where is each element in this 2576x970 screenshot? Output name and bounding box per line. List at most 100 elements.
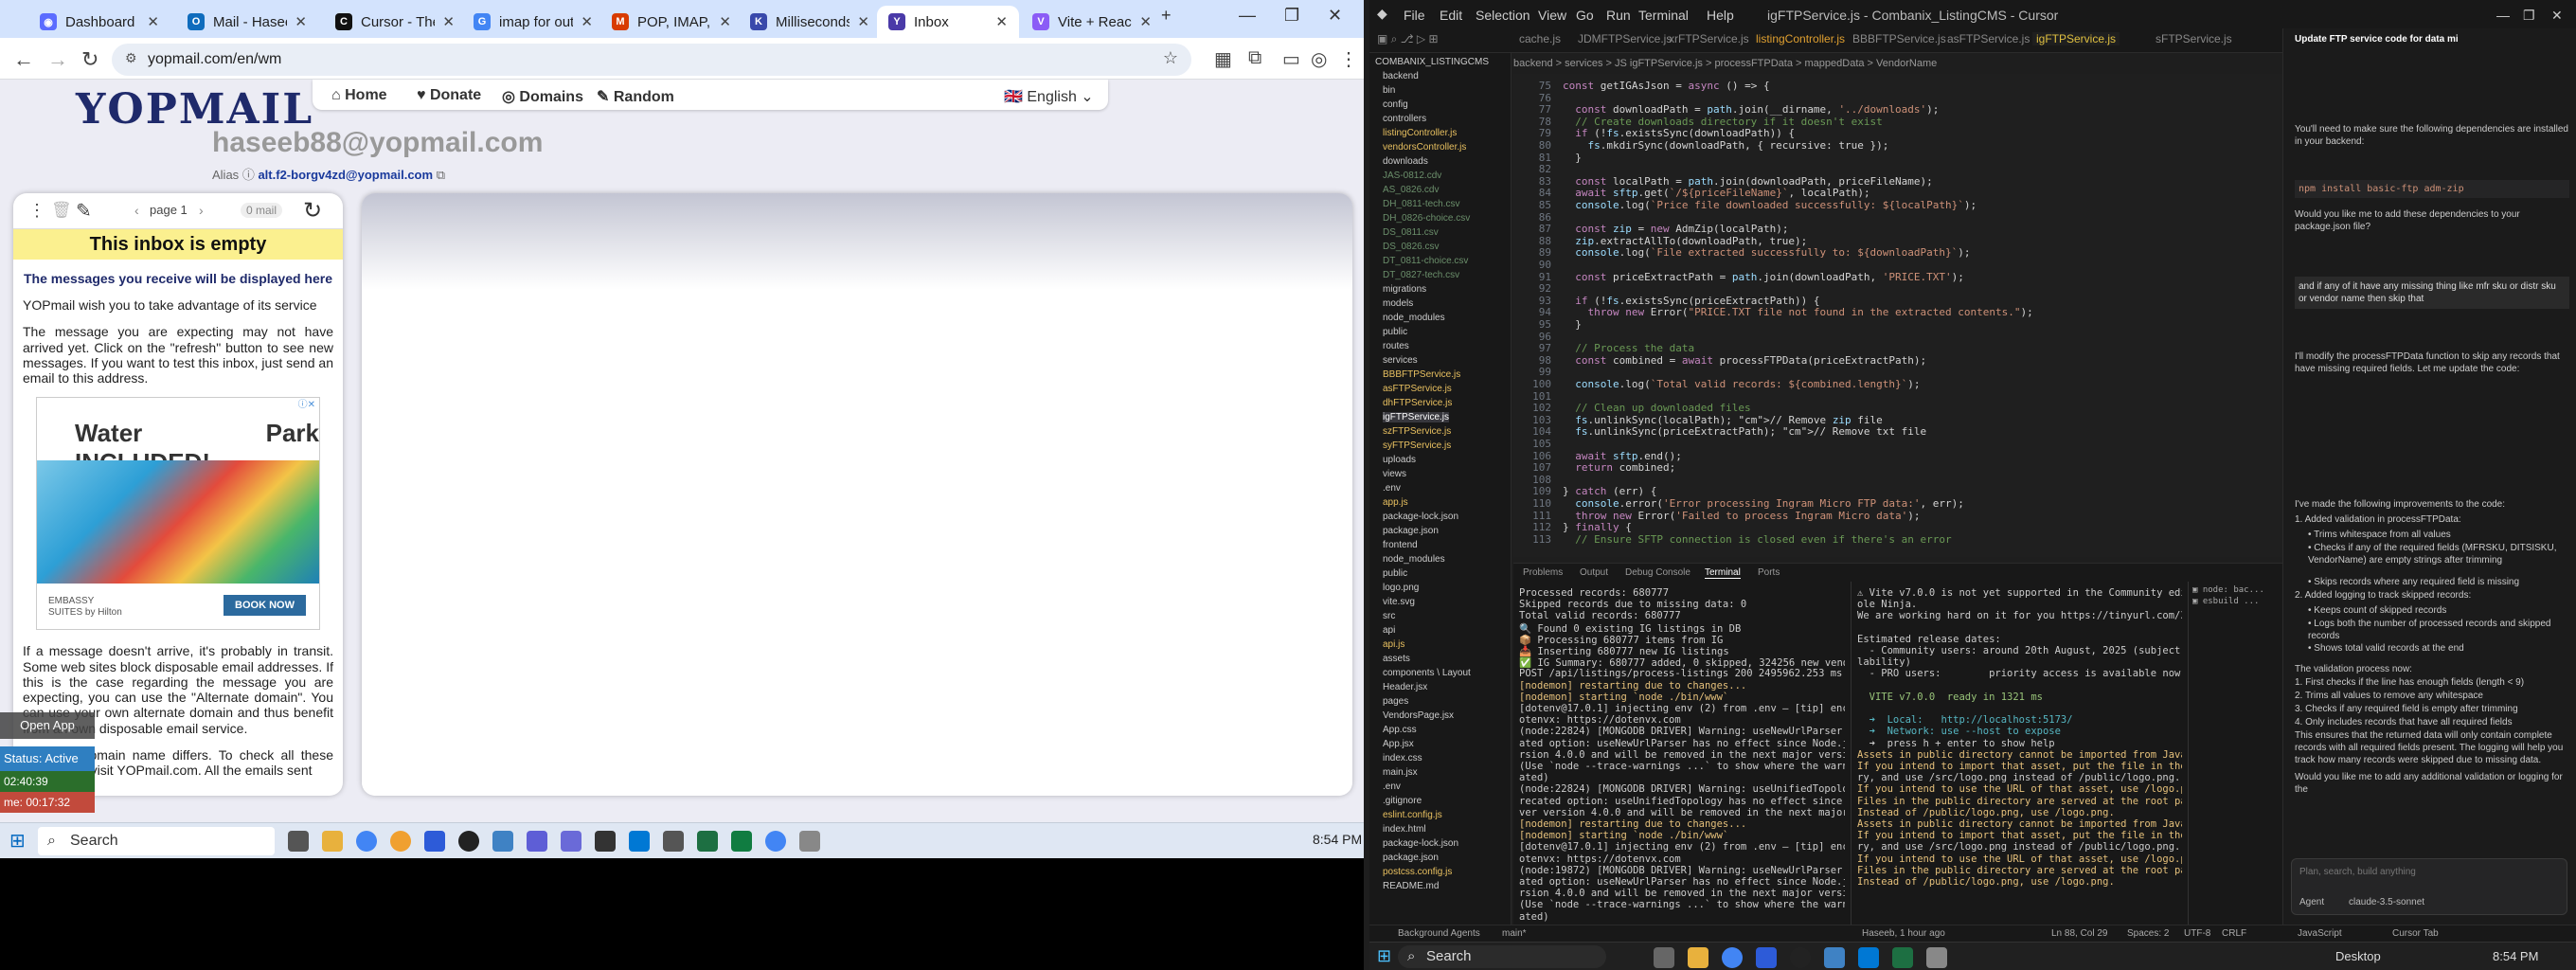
tab-imap[interactable]: G imap for outlo ✕	[462, 6, 604, 38]
explorer-item[interactable]: DS_0811.csv	[1383, 227, 1439, 238]
desktop-label[interactable]: Desktop	[2335, 949, 2381, 963]
tab-as[interactable]: asFTPService.js	[1947, 32, 2030, 45]
code-line[interactable]: // Ensure SFTP connection is closed even…	[1563, 533, 1951, 546]
menu-selection[interactable]: Selection	[1476, 8, 1530, 23]
explorer-item[interactable]: App.jsx	[1383, 739, 1414, 749]
explorer-item[interactable]: main.jsx	[1383, 767, 1418, 778]
terminal[interactable]: Processed records: 680777 Skipped records…	[1513, 582, 2299, 925]
explorer-item[interactable]: README.md	[1383, 881, 1439, 891]
excel-icon[interactable]	[697, 831, 718, 852]
explorer-item[interactable]: migrations	[1383, 284, 1426, 295]
explorer-item[interactable]: public	[1383, 327, 1407, 337]
explorer-item[interactable]: VendorsPage.jsx	[1383, 710, 1454, 721]
minimize-icon[interactable]: —	[2496, 8, 2510, 23]
menu-go[interactable]: Go	[1576, 8, 1594, 23]
explorer-item[interactable]: vite.svg	[1383, 597, 1415, 607]
close-icon[interactable]: ✕	[857, 13, 869, 30]
panel-tab-debug[interactable]: Debug Console	[1625, 567, 1690, 578]
close-icon[interactable]: ✕	[581, 13, 593, 30]
menu-run[interactable]: Run	[1606, 8, 1631, 23]
code-line[interactable]: throw new Error("PRICE.TXT file not foun…	[1563, 306, 2033, 318]
chrome-icon[interactable]	[1722, 947, 1743, 968]
code-line[interactable]: // Clean up downloaded files	[1563, 402, 1750, 414]
terminal-pane-frontend[interactable]: ⚠ Vite v7.0.0 is not yet supported in th…	[1851, 582, 2182, 925]
explorer-item[interactable]: dhFTPService.js	[1383, 398, 1452, 408]
explorer-item[interactable]: Header.jsx	[1383, 682, 1427, 692]
file-explorer-icon[interactable]	[322, 831, 343, 852]
menu-file[interactable]: File	[1404, 8, 1425, 23]
new-tab-icon[interactable]: +	[1161, 6, 1172, 26]
address-bar[interactable]: ⚙ yopmail.com/en/wm ☆	[112, 44, 1191, 76]
sidebar-icon[interactable]: ▭	[1282, 47, 1300, 71]
tab-dashboard[interactable]: ◉ Dashboard ✕	[28, 6, 170, 38]
code-line[interactable]: fs.unlinkSync(priceExtractPath); "cm">//…	[1563, 425, 1926, 438]
excel-icon[interactable]	[1892, 947, 1913, 968]
code-line[interactable]: }	[1563, 318, 1582, 331]
panel-tab-ports[interactable]: Ports	[1758, 567, 1780, 578]
terminal-pane-backend[interactable]: Processed records: 680777 Skipped records…	[1513, 582, 1845, 925]
explorer-item[interactable]: frontend	[1383, 540, 1418, 550]
close-icon[interactable]: ✕	[719, 13, 731, 30]
code-line[interactable]: return combined;	[1563, 461, 1675, 474]
chrome-icon[interactable]	[356, 831, 377, 852]
explorer-item[interactable]: package.json	[1383, 526, 1439, 536]
app-icon-2[interactable]	[424, 831, 445, 852]
status-position[interactable]: Ln 88, Col 29	[2051, 928, 2108, 939]
tab-vite[interactable]: V Vite + React ✕	[1021, 6, 1163, 38]
panel-tab-terminal[interactable]: Terminal	[1705, 567, 1741, 579]
explorer-item[interactable]: AS_0826.cdv	[1383, 185, 1440, 195]
explorer-item[interactable]: models	[1383, 298, 1413, 309]
explorer-item[interactable]: syFTPService.js	[1383, 440, 1451, 451]
app-icon[interactable]	[390, 831, 411, 852]
app-icon-5[interactable]	[527, 831, 547, 852]
app-icon[interactable]	[1756, 947, 1777, 968]
menu-help[interactable]: Help	[1707, 8, 1734, 23]
terminal-esbuild[interactable]: ▣ esbuild ...	[2192, 597, 2259, 606]
task-view-icon[interactable]	[1654, 947, 1674, 968]
code-line[interactable]: zip.extractAllTo(downloadPath, true);	[1563, 235, 1807, 247]
code-line[interactable]: if (!fs.existsSync(downloadPath)) {	[1563, 127, 1795, 139]
alias-link[interactable]: alt.f2-borgv4zd@yopmail.com	[258, 168, 433, 182]
explorer-item[interactable]: szFTPService.js	[1383, 426, 1451, 437]
explorer-item[interactable]: downloads	[1383, 156, 1428, 167]
site-info-icon[interactable]: ⚙	[125, 50, 137, 66]
copy-icon[interactable]: ⧉	[437, 168, 445, 182]
info-icon[interactable]: ⓘ	[242, 168, 255, 182]
tab-milliseconds[interactable]: K Milliseconds t ✕	[739, 6, 881, 38]
cursor-taskbar-icon[interactable]	[595, 831, 616, 852]
tab-bbb[interactable]: BBBFTPService.js	[1852, 32, 1946, 45]
profile-icon[interactable]: ◎	[1311, 47, 1327, 71]
explorer-item[interactable]: controllers	[1383, 114, 1426, 124]
close-icon[interactable]: ✕	[295, 13, 307, 30]
explorer-item[interactable]: node_modules	[1383, 554, 1445, 565]
compose-icon[interactable]: ✎	[76, 199, 92, 223]
code-line[interactable]: const downloadPath = path.join(__dirname…	[1563, 103, 1939, 116]
forward-icon[interactable]: →	[47, 47, 68, 72]
ad-choices-icon[interactable]: ⓘ✕	[298, 400, 315, 411]
prev-page-icon[interactable]: ‹	[134, 203, 139, 218]
refresh-icon[interactable]: ↻	[303, 197, 322, 225]
explorer-item[interactable]: api	[1383, 625, 1395, 636]
explorer-item[interactable]: package-lock.json	[1383, 838, 1458, 849]
file-explorer-icon[interactable]	[1688, 947, 1708, 968]
terminal-node[interactable]: ▣ node: bac...	[2192, 585, 2264, 595]
app-icon-3[interactable]	[458, 831, 479, 852]
code-line[interactable]: console.log(`File extracted successfully…	[1563, 246, 1970, 259]
app-icon-4[interactable]	[1926, 947, 1947, 968]
close-icon[interactable]: ✕	[2551, 8, 2563, 24]
status-eol[interactable]: CRLF	[2222, 928, 2246, 939]
explorer-item[interactable]: vendorsController.js	[1383, 142, 1466, 153]
explorer-item[interactable]: BBBFTPService.js	[1383, 369, 1460, 380]
code-line[interactable]: console.log(`Price file downloaded succe…	[1563, 199, 1977, 211]
next-page-icon[interactable]: ›	[199, 203, 204, 218]
app-icon-2[interactable]	[1790, 947, 1811, 968]
panel-tab-problems[interactable]: Problems	[1523, 567, 1563, 578]
code-line[interactable]: } catch (err) {	[1563, 485, 1656, 497]
explorer-item[interactable]: backend	[1383, 71, 1419, 81]
tab-ig-active[interactable]: igFTPService.js	[2032, 32, 2120, 45]
panel-tab-output[interactable]: Output	[1580, 567, 1608, 578]
close-icon[interactable]: ✕	[442, 13, 455, 30]
explorer-item[interactable]: api.js	[1383, 639, 1404, 650]
status-language[interactable]: JavaScript	[2298, 928, 2342, 939]
code-line[interactable]: await sftp.end();	[1563, 450, 1682, 462]
